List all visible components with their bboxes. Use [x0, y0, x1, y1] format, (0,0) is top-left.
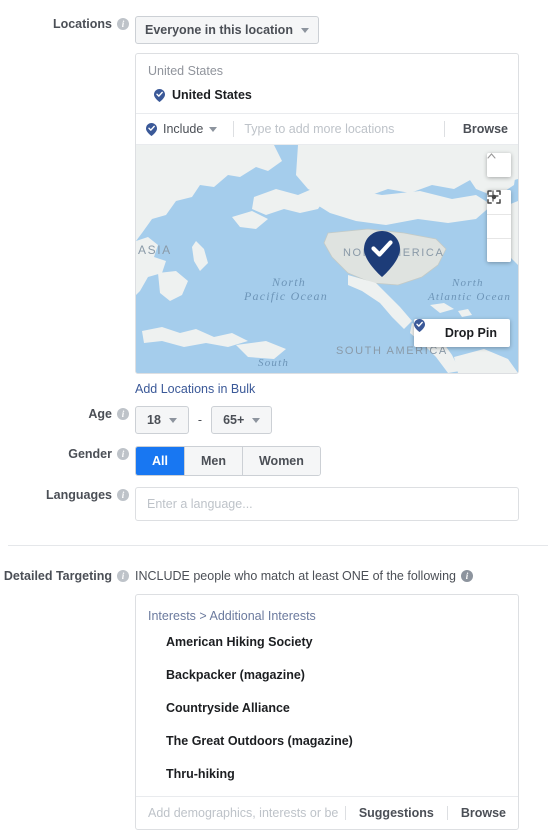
chevron-down-icon [168, 417, 177, 423]
info-icon[interactable]: i [117, 408, 129, 420]
locations-browse-button[interactable]: Browse [455, 122, 508, 136]
location-input-bar: Include Browse [136, 113, 518, 144]
languages-input[interactable] [135, 487, 519, 521]
locations-label: Locations [52, 17, 112, 31]
map-pin-icon [146, 122, 157, 136]
gender-label-group: Gender i [0, 446, 135, 462]
divider [233, 121, 235, 137]
include-value: Include [163, 122, 204, 136]
gender-option-all[interactable]: All [136, 447, 185, 475]
locations-panel-holder: United States United States Include Type… [135, 53, 558, 396]
info-icon[interactable]: i [117, 448, 129, 460]
age-row: Age i 18 - 65+ [0, 406, 558, 434]
minus-icon[interactable] [487, 195, 511, 238]
locations-row: Locations i Everyone in this location [0, 16, 558, 44]
info-icon[interactable]: i [461, 570, 473, 582]
age-label: Age [88, 407, 112, 421]
map-zoom-control-group [487, 190, 511, 262]
divider [443, 121, 445, 137]
selected-location-item[interactable]: United States [136, 84, 518, 113]
chevron-down-icon [300, 27, 309, 33]
interest-item[interactable]: The Great Outdoors (magazine) [136, 724, 518, 757]
age-field: 18 - 65+ [135, 406, 558, 434]
interests-breadcrumb[interactable]: Interests > Additional Interests [136, 595, 518, 625]
gender-field: All Men Women [135, 446, 558, 476]
audience-scope-dropdown[interactable]: Everyone in this location [135, 16, 319, 44]
info-icon[interactable]: i [117, 18, 129, 30]
include-exclude-dropdown[interactable]: Include [146, 122, 223, 136]
age-label-group: Age i [0, 406, 135, 422]
detailed-targeting-panel: Interests > Additional Interests America… [135, 594, 519, 830]
chevron-down-icon [252, 417, 261, 423]
age-separator: - [197, 413, 203, 427]
locations-field: Everyone in this location [135, 16, 558, 44]
map-pan-control-group [487, 153, 511, 177]
detailed-targeting-header: INCLUDE people who match at least ONE of… [135, 568, 558, 584]
interest-item[interactable]: Backpacker (magazine) [136, 658, 518, 691]
selected-location-name: United States [172, 88, 252, 102]
languages-label-group: Languages i [0, 487, 135, 503]
audience-scope-value: Everyone in this location [145, 23, 293, 37]
age-max-value: 65+ [223, 413, 245, 427]
section-divider [8, 545, 548, 546]
languages-field [135, 487, 558, 521]
gender-option-men[interactable]: Men [184, 447, 243, 475]
location-group-title: United States [148, 64, 224, 78]
chevron-up-icon[interactable] [487, 153, 511, 177]
add-locations-in-bulk-link[interactable]: Add Locations in Bulk [135, 382, 255, 396]
info-icon[interactable]: i [117, 570, 129, 582]
age-min-dropdown[interactable]: 18 [135, 406, 189, 434]
detailed-targeting-search-input[interactable] [146, 805, 341, 821]
detailed-targeting-label: Detailed Targeting [3, 569, 112, 583]
gender-row: Gender i All Men Women [0, 446, 558, 476]
map-pin-icon [154, 88, 165, 102]
chevron-down-icon [209, 126, 218, 132]
interest-item[interactable]: Thru-hiking [136, 757, 518, 790]
age-max-dropdown[interactable]: 65+ [211, 406, 273, 434]
locations-panel-row: United States United States Include Type… [0, 53, 558, 396]
drop-pin-label: Drop Pin [444, 326, 497, 340]
locations-label-group: Locations i [0, 16, 135, 32]
locations-map[interactable]: ASIA North Pacific Ocean NORTH MERICA No… [136, 144, 518, 373]
interest-item[interactable]: American Hiking Society [136, 625, 518, 658]
age-min-value: 18 [147, 413, 161, 427]
detailed-targeting-label-group: Detailed Targeting i [0, 568, 135, 584]
interest-item[interactable]: Countryside Alliance [136, 691, 518, 724]
gender-label: Gender [68, 447, 112, 461]
gender-segmented-control: All Men Women [135, 446, 321, 476]
detailed-targeting-input-bar: Suggestions Browse [136, 796, 518, 829]
map-pin-icon [413, 319, 438, 340]
map-pin-check-icon[interactable] [364, 231, 400, 277]
detailed-targeting-row: Detailed Targeting i INCLUDE people who … [0, 568, 558, 830]
info-icon[interactable]: i [117, 489, 129, 501]
detailed-targeting-header-text: INCLUDE people who match at least ONE of… [135, 569, 456, 583]
fullscreen-icon[interactable] [487, 190, 511, 262]
drop-pin-button[interactable]: Drop Pin [413, 319, 510, 347]
locations-panel: United States United States Include Type… [135, 53, 519, 374]
gender-option-women[interactable]: Women [242, 447, 320, 475]
location-search-input[interactable] [244, 120, 434, 138]
detailed-targeting-field: INCLUDE people who match at least ONE of… [135, 568, 558, 830]
languages-label: Languages [46, 488, 112, 502]
languages-row: Languages i [0, 487, 558, 521]
